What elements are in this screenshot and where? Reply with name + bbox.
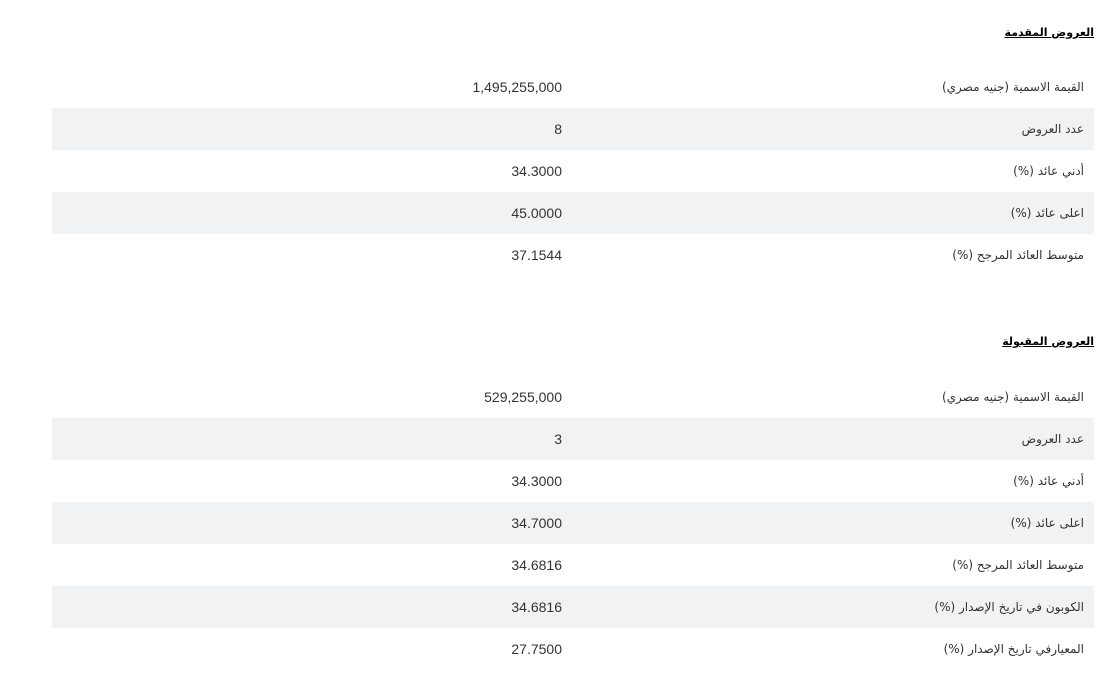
row-label: أدني عائد (%) xyxy=(1013,164,1084,178)
row-value: 1,495,255,000 xyxy=(472,79,562,95)
table-row: متوسط العائد المرجح (%) 34.6816 xyxy=(52,544,1094,586)
row-value: 529,255,000 xyxy=(484,389,562,405)
table-row: متوسط العائد المرجح (%) 37.1544 xyxy=(52,234,1094,276)
row-value: 34.7000 xyxy=(511,515,562,531)
accepted-bids-table: القيمة الاسمية (جنيه مصري) 529,255,000 ع… xyxy=(52,376,1094,670)
row-label: المعيارفي تاريخ الإصدار (%) xyxy=(943,642,1084,656)
row-label: اعلى عائد (%) xyxy=(1010,516,1084,530)
row-label: متوسط العائد المرجح (%) xyxy=(952,558,1084,572)
table-row: عدد العروض 8 xyxy=(52,108,1094,150)
row-label: القيمة الاسمية (جنيه مصري) xyxy=(941,80,1084,94)
accepted-bids-title: العروض المقبولة xyxy=(1002,335,1094,348)
row-value: 3 xyxy=(554,431,562,447)
table-row: أدني عائد (%) 34.3000 xyxy=(52,460,1094,502)
table-row: أدني عائد (%) 34.3000 xyxy=(52,150,1094,192)
offered-bids-title: العروض المقدمة xyxy=(1004,26,1094,39)
table-row: القيمة الاسمية (جنيه مصري) 529,255,000 xyxy=(52,376,1094,418)
table-row: القيمة الاسمية (جنيه مصري) 1,495,255,000 xyxy=(52,66,1094,108)
row-value: 34.6816 xyxy=(511,599,562,615)
table-row: اعلى عائد (%) 34.7000 xyxy=(52,502,1094,544)
table-row: الكوبون في تاريخ الإصدار (%) 34.6816 xyxy=(52,586,1094,628)
row-label: متوسط العائد المرجح (%) xyxy=(952,248,1084,262)
row-value: 45.0000 xyxy=(511,205,562,221)
row-label: الكوبون في تاريخ الإصدار (%) xyxy=(934,600,1084,614)
row-value: 34.3000 xyxy=(511,473,562,489)
row-value: 34.3000 xyxy=(511,163,562,179)
row-label: القيمة الاسمية (جنيه مصري) xyxy=(941,390,1084,404)
offered-bids-table: القيمة الاسمية (جنيه مصري) 1,495,255,000… xyxy=(52,66,1094,276)
table-row: المعيارفي تاريخ الإصدار (%) 27.7500 xyxy=(52,628,1094,670)
table-row: عدد العروض 3 xyxy=(52,418,1094,460)
row-value: 37.1544 xyxy=(511,247,562,263)
row-label: أدني عائد (%) xyxy=(1013,474,1084,488)
row-label: اعلى عائد (%) xyxy=(1010,206,1084,220)
row-value: 34.6816 xyxy=(511,557,562,573)
row-value: 27.7500 xyxy=(511,641,562,657)
table-row: اعلى عائد (%) 45.0000 xyxy=(52,192,1094,234)
row-value: 8 xyxy=(554,121,562,137)
row-label: عدد العروض xyxy=(1021,122,1084,136)
row-label: عدد العروض xyxy=(1021,432,1084,446)
